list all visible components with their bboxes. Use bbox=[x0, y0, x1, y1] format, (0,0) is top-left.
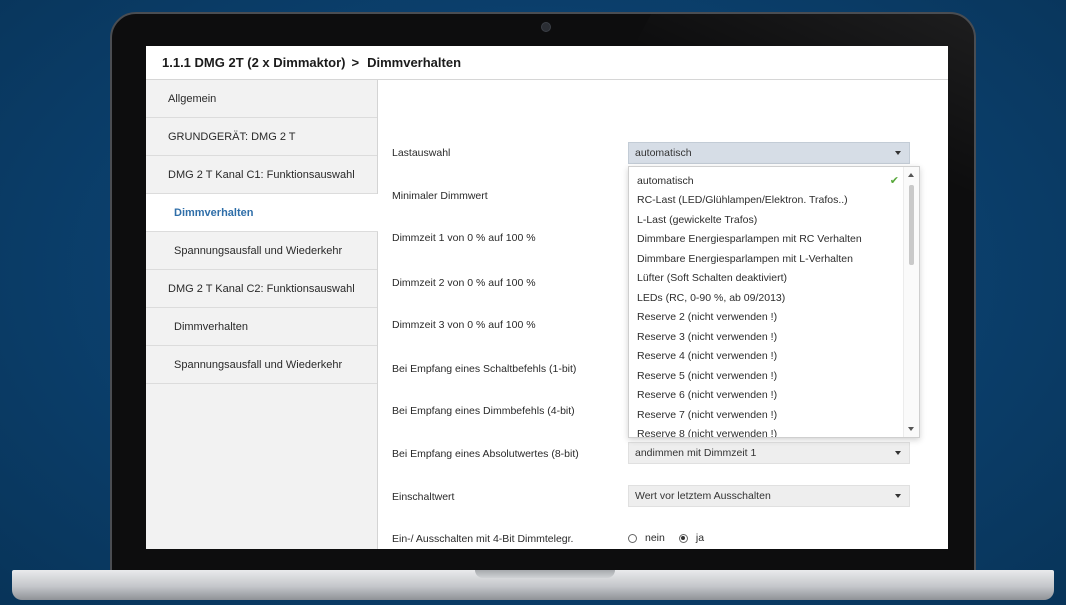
scrollbar-thumb[interactable] bbox=[909, 185, 914, 265]
parameter-panel: Lastauswahl automatisch Minimaler Dimmwe… bbox=[378, 80, 948, 549]
dropdown-option-label: Reserve 7 (nicht verwenden !) bbox=[637, 408, 778, 421]
laptop-base bbox=[12, 570, 1054, 600]
dropdown-option[interactable]: LEDs (RC, 0-90 %, ab 09/2013) bbox=[629, 288, 905, 308]
radio-ja[interactable] bbox=[678, 533, 688, 543]
dropdown-option-label: Lüfter (Soft Schalten deaktiviert) bbox=[637, 272, 787, 285]
radio-nein-label: nein bbox=[645, 532, 665, 544]
absolutwert-value: andimmen mit Dimmzeit 1 bbox=[635, 447, 757, 459]
dropdown-option[interactable]: automatisch ✔ bbox=[629, 171, 905, 191]
dropdown-option[interactable]: RC-Last (LED/Glühlampen/Elektron. Trafos… bbox=[629, 191, 905, 211]
dropdown-option-label: Reserve 2 (nicht verwenden !) bbox=[637, 311, 778, 324]
sidebar-item-label: DMG 2 T Kanal C1: Funktionsauswahl bbox=[168, 168, 355, 181]
dropdown-option-label: automatisch bbox=[637, 174, 694, 187]
dimmzeit2-label: Dimmzeit 2 von 0 % auf 100 % bbox=[392, 277, 536, 289]
sidebar-item-label: DMG 2 T Kanal C2: Funktionsauswahl bbox=[168, 282, 355, 295]
sidebar: Allgemein GRUNDGERÄT: DMG 2 T DMG 2 T Ka… bbox=[146, 80, 378, 549]
dimmbefehl-label: Bei Empfang eines Dimmbefehls (4-bit) bbox=[392, 405, 575, 417]
dropdown-option[interactable]: Reserve 5 (nicht verwenden !) bbox=[629, 366, 905, 386]
app-screen: 1.1.1 DMG 2T (2 x Dimmaktor) > Dimmverha… bbox=[146, 46, 948, 549]
dimmzeit3-label: Dimmzeit 3 von 0 % auf 100 % bbox=[392, 319, 536, 331]
schaltbefehl-label: Bei Empfang eines Schaltbefehls (1-bit) bbox=[392, 363, 577, 375]
scroll-up-icon[interactable] bbox=[908, 173, 914, 177]
lastauswahl-select[interactable]: automatisch bbox=[628, 142, 910, 164]
radio-ja-label: ja bbox=[695, 532, 705, 544]
lastauswahl-dropdown: automatisch ✔ RC-Last (LED/Glühlampen/Ele… bbox=[628, 166, 920, 438]
sidebar-item-c1-dimmverhalten[interactable]: Dimmverhalten bbox=[146, 194, 378, 232]
camera-icon bbox=[541, 22, 551, 32]
sidebar-item-allgemein[interactable]: Allgemein bbox=[146, 80, 377, 118]
dropdown-option[interactable]: Reserve 4 (nicht verwenden !) bbox=[629, 347, 905, 367]
dropdown-option-label: LEDs (RC, 0-90 %, ab 09/2013) bbox=[637, 291, 786, 304]
dropdown-option-label: Reserve 5 (nicht verwenden !) bbox=[637, 369, 778, 382]
ein-aus-4bit-radio-group: nein ja bbox=[628, 532, 718, 544]
sidebar-item-c2-spannungsausfall[interactable]: Spannungsausfall und Wiederkehr bbox=[146, 346, 377, 384]
sidebar-item-kanal-c2[interactable]: DMG 2 T Kanal C2: Funktionsauswahl bbox=[146, 270, 377, 308]
checkmark-icon: ✔ bbox=[889, 175, 899, 187]
dropdown-option-label: Dimmbare Energiesparlampen mit RC Verhal… bbox=[637, 233, 862, 246]
sidebar-item-label: Dimmverhalten bbox=[174, 206, 254, 219]
sidebar-item-grundgeraet[interactable]: GRUNDGERÄT: DMG 2 T bbox=[146, 118, 377, 156]
sidebar-item-c1-spannungsausfall[interactable]: Spannungsausfall und Wiederkehr bbox=[146, 232, 377, 270]
breadcrumb-separator: > bbox=[351, 55, 360, 70]
einschaltwert-select[interactable]: Wert vor letztem Ausschalten bbox=[628, 485, 910, 507]
ein-aus-4bit-label: Ein-/ Ausschalten mit 4-Bit Dimmtelegr. bbox=[392, 533, 574, 545]
radio-nein[interactable] bbox=[628, 533, 637, 543]
dropdown-option-label: L-Last (gewickelte Trafos) bbox=[637, 213, 758, 226]
einschaltwert-label: Einschaltwert bbox=[392, 491, 455, 503]
absolutwert-select[interactable]: andimmen mit Dimmzeit 1 bbox=[628, 442, 910, 464]
dropdown-option-label: Dimmbare Energiesparlampen mit L-Verhalt… bbox=[637, 252, 853, 265]
dropdown-option-label: Reserve 3 (nicht verwenden !) bbox=[637, 330, 778, 343]
laptop-notch bbox=[475, 570, 615, 578]
sidebar-item-kanal-c1[interactable]: DMG 2 T Kanal C1: Funktionsauswahl bbox=[146, 156, 377, 194]
dropdown-option[interactable]: Dimmbare Energiesparlampen mit L-Verhalt… bbox=[629, 249, 905, 269]
breadcrumb-page: Dimmverhalten bbox=[367, 55, 462, 70]
einschaltwert-value: Wert vor letztem Ausschalten bbox=[635, 490, 771, 502]
dropdown-option-label: Reserve 4 (nicht verwenden !) bbox=[637, 350, 778, 363]
dropdown-option-label: Reserve 6 (nicht verwenden !) bbox=[637, 389, 778, 402]
dropdown-option[interactable]: L-Last (gewickelte Trafos) bbox=[629, 210, 905, 230]
sidebar-item-label: Allgemein bbox=[168, 92, 217, 105]
sidebar-item-label: Spannungsausfall und Wiederkehr bbox=[174, 358, 343, 371]
dropdown-option[interactable]: Reserve 7 (nicht verwenden !) bbox=[629, 405, 905, 425]
sidebar-item-label: Dimmverhalten bbox=[174, 320, 248, 333]
min-dimmwert-label: Minimaler Dimmwert bbox=[392, 190, 488, 202]
lastauswahl-label: Lastauswahl bbox=[392, 147, 451, 159]
absolutwert-label: Bei Empfang eines Absolutwertes (8-bit) bbox=[392, 448, 579, 460]
sidebar-item-label: Spannungsausfall und Wiederkehr bbox=[174, 244, 343, 257]
dimmzeit1-label: Dimmzeit 1 von 0 % auf 100 % bbox=[392, 232, 536, 244]
dropdown-option[interactable]: Reserve 3 (nicht verwenden !) bbox=[629, 327, 905, 347]
breadcrumb: 1.1.1 DMG 2T (2 x Dimmaktor) > Dimmverha… bbox=[146, 46, 948, 80]
sidebar-item-c2-dimmverhalten[interactable]: Dimmverhalten bbox=[146, 308, 377, 346]
dropdown-option[interactable]: Reserve 2 (nicht verwenden !) bbox=[629, 308, 905, 328]
scroll-down-icon[interactable] bbox=[908, 427, 914, 431]
dropdown-option-label: Reserve 8 (nicht verwenden !) bbox=[637, 428, 778, 438]
dropdown-option[interactable]: Reserve 8 (nicht verwenden !) bbox=[629, 425, 905, 438]
dropdown-option[interactable]: Reserve 6 (nicht verwenden !) bbox=[629, 386, 905, 406]
dropdown-list: automatisch ✔ RC-Last (LED/Glühlampen/Ele… bbox=[629, 171, 905, 438]
chevron-down-icon bbox=[895, 494, 901, 498]
dropdown-option[interactable]: Lüfter (Soft Schalten deaktiviert) bbox=[629, 269, 905, 289]
chevron-down-icon bbox=[895, 451, 901, 455]
lastauswahl-value: automatisch bbox=[635, 147, 692, 159]
chevron-down-icon bbox=[895, 151, 901, 155]
dropdown-scrollbar[interactable] bbox=[903, 167, 919, 437]
dropdown-option-label: RC-Last (LED/Glühlampen/Elektron. Trafos… bbox=[637, 194, 848, 207]
breadcrumb-device[interactable]: 1.1.1 DMG 2T (2 x Dimmaktor) bbox=[162, 55, 346, 70]
sidebar-item-label: GRUNDGERÄT: DMG 2 T bbox=[168, 130, 296, 143]
dropdown-option[interactable]: Dimmbare Energiesparlampen mit RC Verhal… bbox=[629, 230, 905, 250]
